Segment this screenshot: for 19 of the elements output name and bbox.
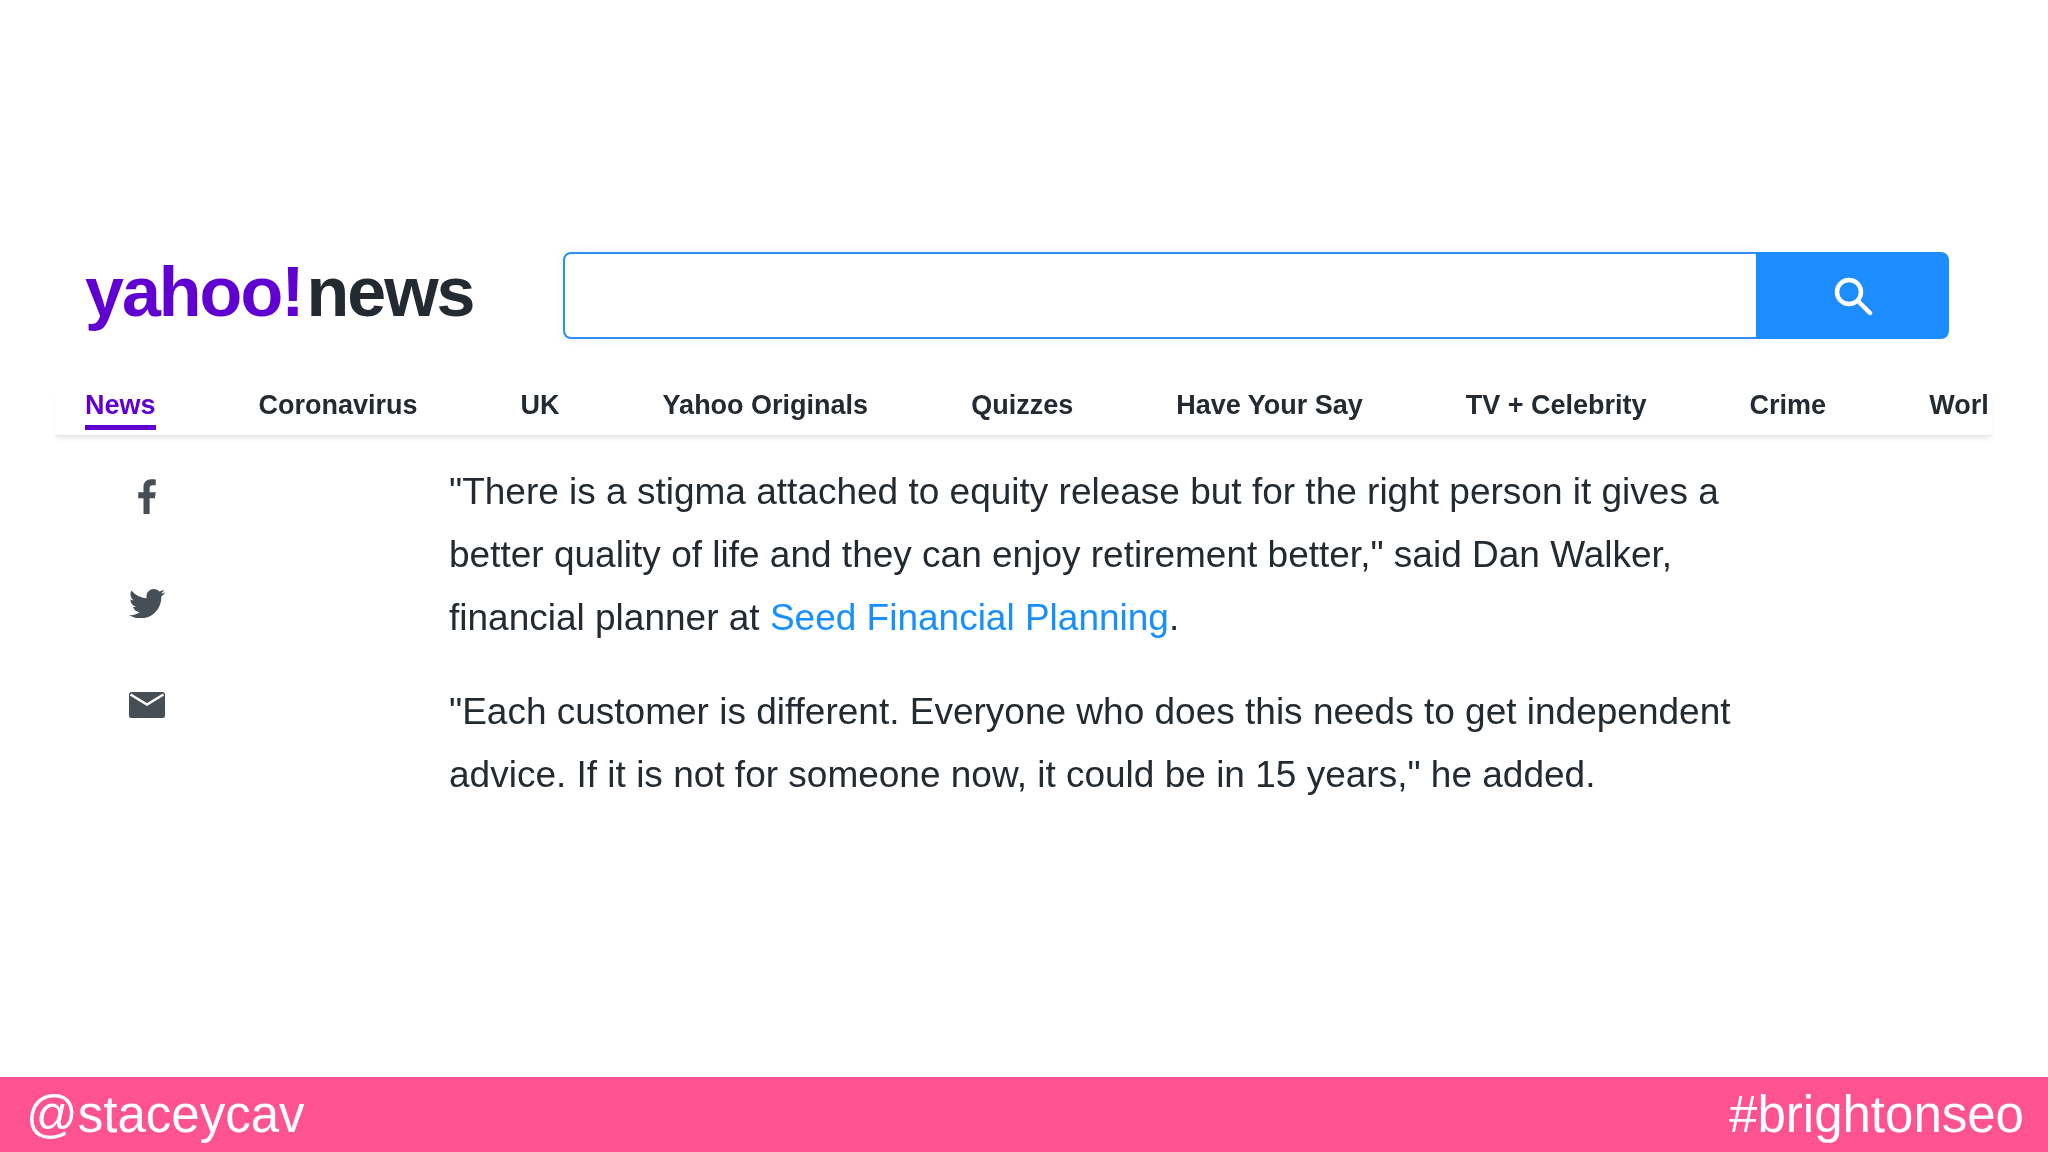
search-icon (1832, 275, 1873, 316)
nav-tab[interactable]: Crime (1749, 390, 1827, 430)
nav-tab[interactable]: Have Your Say (1176, 390, 1363, 430)
envelope-icon[interactable] (129, 692, 165, 718)
facebook-icon[interactable] (138, 479, 156, 514)
nav-tab[interactable]: TV + Celebrity (1465, 390, 1647, 430)
event-hashtag: #brightonseo (1729, 1084, 2024, 1145)
nav-tab[interactable]: Coronavirus (258, 390, 418, 430)
search-field[interactable] (563, 252, 1756, 339)
nav-tab[interactable]: Yahoo Originals (662, 390, 869, 430)
article-paragraph: "Each customer is different. Everyone who does this needs to get independent advice. If it is not for someone now, it could be in 15 years," he added. (449, 690, 1732, 797)
search-button[interactable] (1756, 252, 1949, 339)
article-paragraph: "There is a stigma attached to equity release but for the right person it gives a better quality of life and they can enjoy retirement better," said Dan Walker, financial planner at Seed Financial Planning. (449, 470, 1720, 640)
bird-icon[interactable] (129, 588, 165, 618)
nav-tab[interactable]: Quizzes (971, 390, 1074, 430)
nav-tab[interactable]: Worl (1929, 390, 1989, 430)
author-handle: @staceycav (26, 1084, 305, 1145)
nav-tab[interactable]: News (85, 390, 156, 430)
nav-tab[interactable]: UK (520, 390, 560, 430)
